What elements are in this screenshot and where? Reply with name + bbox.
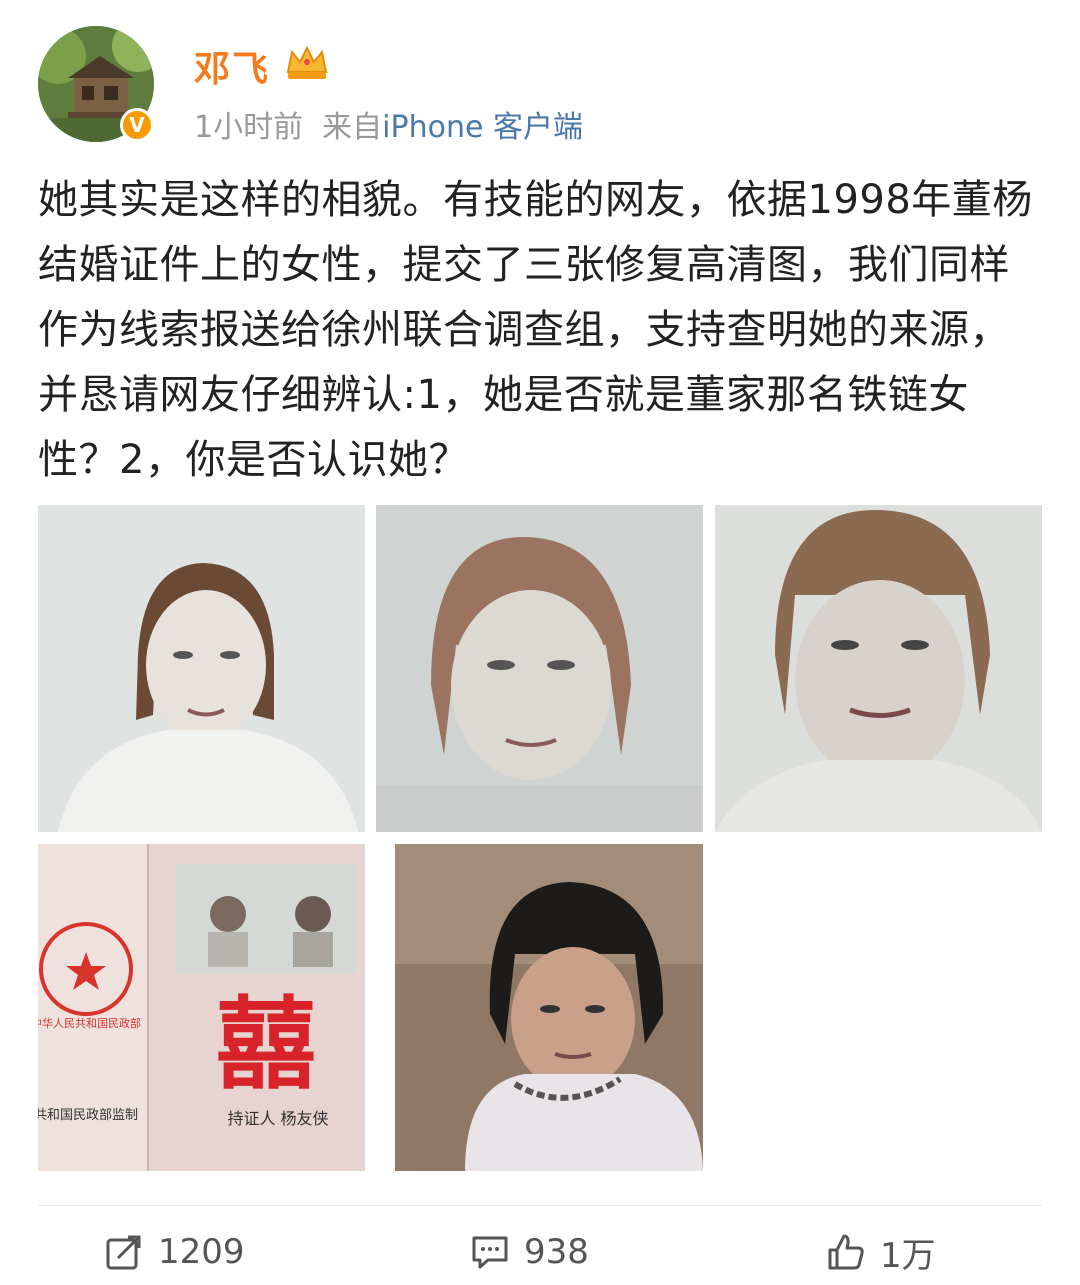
seal-text: 中华人民共和国民政部 [38, 1016, 141, 1030]
image-chained-woman[interactable] [395, 844, 703, 1171]
image-marriage-certificate[interactable]: 中华人民共和国民政部 囍 共和国民政部监制 持证人 杨友侠 [38, 844, 365, 1171]
actions-divider [38, 1205, 1042, 1206]
like-icon [828, 1234, 864, 1270]
portrait-image [376, 505, 703, 832]
source-prefix: 来自 [322, 110, 383, 145]
post-time: 1小时前 [194, 110, 304, 145]
post-text: 她其实是这样的相貌。有技能的网友，依据1998年董杨结婚证件上的女性，提交了三张… [38, 177, 1033, 483]
author-name[interactable]: 邓飞 [194, 40, 270, 92]
crown-icon [286, 45, 328, 79]
comment-count: 938 [524, 1232, 589, 1272]
repost-button[interactable]: 1209 [104, 1222, 245, 1282]
image-restored-3[interactable] [715, 505, 1042, 832]
repost-count: 1209 [158, 1232, 245, 1272]
cert-caption-right: 持证人 杨友侠 [227, 1109, 328, 1128]
post-meta: 1小时前 来自iPhone 客户端 [194, 102, 583, 146]
action-bar: 1209 938 1万 [0, 1222, 1080, 1282]
repost-icon [106, 1235, 141, 1270]
comment-button[interactable]: 938 [470, 1222, 589, 1282]
portrait-image [38, 505, 365, 832]
like-button[interactable]: 1万 [826, 1222, 936, 1282]
like-count: 1万 [880, 1235, 936, 1276]
certificate-image: 中华人民共和国民政部 囍 共和国民政部监制 持证人 杨友侠 [38, 844, 365, 1171]
portrait-image [715, 505, 1042, 832]
verified-badge: V [120, 108, 154, 142]
source-client[interactable]: iPhone 客户端 [382, 110, 583, 145]
double-happiness-char: 囍 [216, 986, 316, 1103]
cert-caption-left: 共和国民政部监制 [38, 1108, 138, 1123]
image-restored-1[interactable] [38, 505, 365, 832]
post-header: V 邓飞 1小时前 来自iPhone 客户端 [38, 26, 1038, 146]
comment-icon [472, 1236, 508, 1269]
image-restored-2[interactable] [376, 505, 703, 832]
portrait-image [395, 844, 703, 1171]
